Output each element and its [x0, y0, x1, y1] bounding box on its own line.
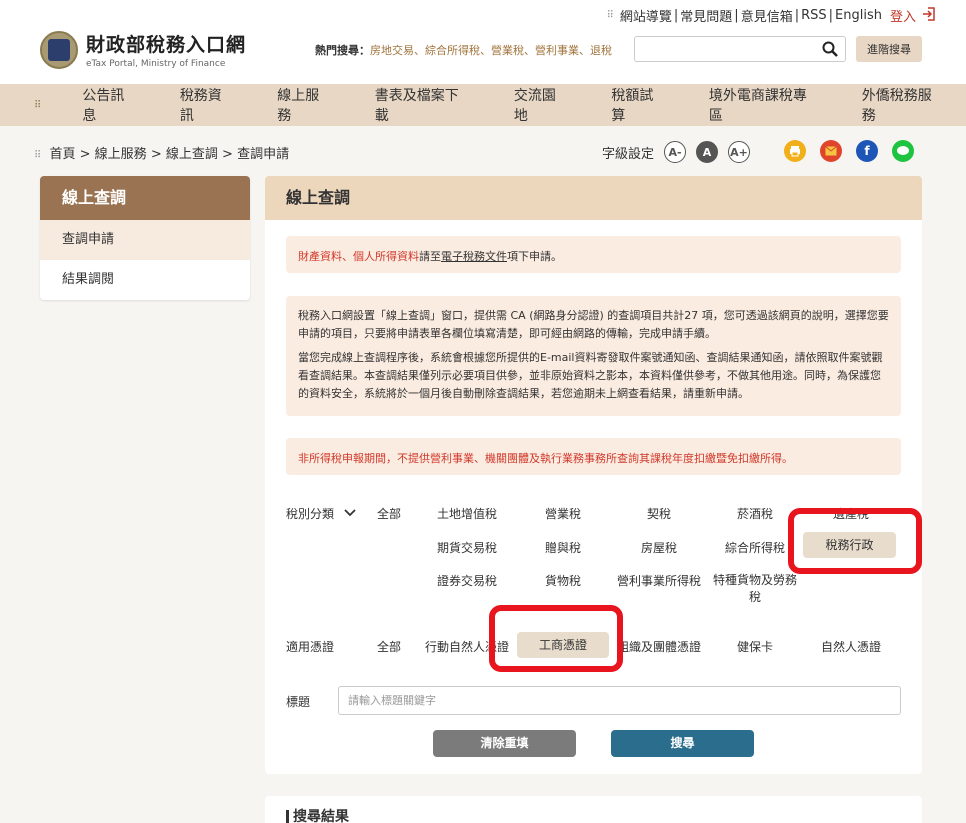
feedback-link[interactable]: 意見信箱: [741, 6, 793, 25]
font-small-button[interactable]: A-: [664, 141, 687, 163]
font-large-button[interactable]: A+: [728, 141, 751, 163]
nav-item-expat[interactable]: 外僑稅務服務: [841, 85, 966, 125]
page-title: 線上查調: [265, 176, 922, 220]
tax-option-futures[interactable]: 期貨交易稅: [423, 539, 511, 556]
breadcrumb-current: 查調申請: [237, 147, 290, 162]
clear-button[interactable]: 清除重填: [433, 730, 576, 757]
nav-item-downloads[interactable]: 書表及檔案下載: [354, 85, 493, 125]
top-header: ⠿ 網站導覽 | 常見問題 | 意見信箱 | RSS | English 登入 財政部稅…: [0, 0, 966, 84]
english-link[interactable]: English: [835, 8, 882, 23]
breadcrumb: ⠿ 首頁 > 線上服務 > 線上查調 > 查調申請: [34, 143, 289, 162]
tax-option-gift[interactable]: 贈與稅: [519, 539, 607, 556]
search-icon[interactable]: [815, 37, 845, 61]
breadcrumb-online-services[interactable]: 線上服務: [95, 147, 147, 162]
hot-search-label: 熱門搜尋：: [315, 44, 370, 57]
breadcrumb-dots-icon: ⠿: [34, 150, 42, 161]
site-logo[interactable]: 財政部稅務入口網 eTax Portal, Ministry of Financ…: [40, 30, 246, 69]
notice-text: 項下申請。: [507, 250, 562, 263]
sitemap-link[interactable]: 網站導覽: [620, 6, 672, 25]
email-icon[interactable]: [820, 140, 842, 162]
ministry-seal-icon: [40, 30, 78, 69]
login-icon[interactable]: [922, 6, 936, 22]
sidebar-item-results[interactable]: 結果調閱: [40, 260, 250, 300]
tax-option-special-goods[interactable]: 特種貨物及勞務稅: [711, 572, 799, 606]
e-tax-document-link[interactable]: 電子稅務文件: [441, 250, 507, 263]
faq-link[interactable]: 常見問題: [680, 6, 732, 25]
cert-option-health-card[interactable]: 健保卡: [711, 638, 799, 655]
font-normal-button[interactable]: A: [696, 141, 719, 163]
cert-option-all[interactable]: 全部: [369, 638, 409, 655]
font-size-label: 字級設定: [602, 146, 655, 162]
top-links: ⠿ 網站導覽 | 常見問題 | 意見信箱 | RSS | English 登入: [606, 6, 916, 25]
notice-description: 稅務入口網設置「線上查調」窗口，提供需 CA (網路身分認證) 的查調項目共計2…: [286, 296, 901, 416]
main-nav: ⠿ 公告訊息 稅務資訊 線上服務 書表及檔案下載 交流園地 稅額試算 境外電商課…: [0, 84, 966, 126]
advanced-search-button[interactable]: 進階搜尋: [856, 36, 922, 62]
personal-income-link[interactable]: 個人所得資料: [353, 250, 419, 263]
certificate-label: 適用憑證: [286, 640, 335, 654]
tax-option-corporate-income[interactable]: 營利事業所得稅: [611, 572, 707, 589]
facebook-icon[interactable]: f: [856, 140, 878, 162]
tax-category-label: 稅別分類: [286, 505, 334, 522]
nav-item-tax-calc[interactable]: 稅額試算: [590, 85, 687, 125]
tax-option-tobacco-alcohol[interactable]: 菸酒稅: [711, 505, 799, 522]
tax-option-business[interactable]: 營業稅: [519, 505, 607, 522]
notice-text: 請至: [419, 250, 441, 263]
results-panel: 搜尋結果: [265, 796, 922, 823]
search-button[interactable]: 搜尋: [611, 730, 754, 757]
tax-option-commodity[interactable]: 貨物稅: [519, 572, 607, 589]
logo-title: 財政部稅務入口網: [86, 34, 247, 56]
cert-option-organization[interactable]: 組織及團體憑證: [611, 638, 707, 655]
description-paragraph-1: 稅務入口網設置「線上查調」窗口，提供需 CA (網路身分認證) 的查調項目共計2…: [298, 309, 889, 340]
notice-apply-elsewhere: 財產資料、個人所得資料請至電子稅務文件項下申請。: [286, 236, 901, 273]
rss-link[interactable]: RSS: [801, 8, 827, 23]
nav-item-ecommerce[interactable]: 境外電商課稅專區: [688, 85, 841, 125]
breadcrumb-sep: >: [222, 147, 233, 162]
tax-option-house[interactable]: 房屋稅: [615, 539, 703, 556]
main-panel: 線上查調 財產資料、個人所得資料請至電子稅務文件項下申請。 稅務入口網設置「線上…: [265, 176, 922, 774]
line-icon[interactable]: [892, 140, 914, 162]
print-icon[interactable]: [784, 140, 806, 162]
tax-option-income[interactable]: 綜合所得稅: [711, 539, 799, 556]
tax-option-securities[interactable]: 證券交易稅: [423, 572, 511, 589]
property-data-link[interactable]: 財產資料: [298, 250, 342, 263]
login-link[interactable]: 登入: [890, 6, 916, 25]
description-paragraph-2: 當您完成線上查調程序後，系統會根據您所提供的E-mail資料寄發取件案號通知函、…: [298, 351, 883, 400]
nav-item-forum[interactable]: 交流園地: [493, 85, 590, 125]
tax-option-all[interactable]: 全部: [369, 505, 409, 522]
font-size-setting: 字級設定 A- A A+: [602, 141, 751, 163]
tax-option-deed[interactable]: 契稅: [615, 505, 703, 522]
tax-option-land-value[interactable]: 土地增值稅: [423, 505, 511, 522]
highlight-tax-admin: [788, 508, 922, 574]
notice-sep: 、: [342, 250, 353, 263]
dots-icon: ⠿: [606, 10, 614, 21]
logo-subtitle: eTax Portal, Ministry of Finance: [86, 59, 226, 69]
cert-option-natural-person[interactable]: 自然人憑證: [807, 638, 895, 655]
tax-category-label-text: 稅別分類: [286, 507, 335, 521]
hot-search: 熱門搜尋：房地交易、綜合所得稅、營業稅、營利事業、退稅: [315, 42, 612, 58]
nav-item-online-services[interactable]: 線上服務: [256, 85, 353, 125]
breadcrumb-sep: >: [79, 147, 91, 162]
sidebar-title: 線上查調: [40, 176, 250, 220]
nav-dots-icon: ⠿: [34, 99, 42, 111]
breadcrumb-sep: >: [150, 147, 162, 162]
title-label: 標題: [286, 695, 311, 709]
notice-warning: 非所得稅申報期間，不提供營利事業、機關團體及執行業務事務所查詢其課稅年度扣繳暨免…: [286, 438, 901, 475]
hot-search-links[interactable]: 房地交易、綜合所得稅、營業稅、營利事業、退稅: [370, 44, 612, 57]
results-title: 搜尋結果: [286, 810, 349, 823]
chevron-down-icon[interactable]: [344, 509, 356, 517]
nav-item-announcements[interactable]: 公告訊息: [61, 85, 158, 125]
sidebar: 線上查調 查調申請 結果調閱: [40, 176, 250, 300]
search-input[interactable]: [634, 36, 846, 62]
breadcrumb-home[interactable]: 首頁: [49, 147, 75, 162]
highlight-business-certificate: [489, 605, 623, 672]
sidebar-item-apply[interactable]: 查調申請: [40, 220, 250, 260]
share-tools: f: [784, 140, 928, 162]
title-keyword-input[interactable]: 請輸入標題關鍵字: [338, 686, 901, 715]
nav-item-tax-info[interactable]: 稅務資訊: [159, 85, 256, 125]
breadcrumb-online-inquiry[interactable]: 線上查調: [166, 147, 218, 162]
